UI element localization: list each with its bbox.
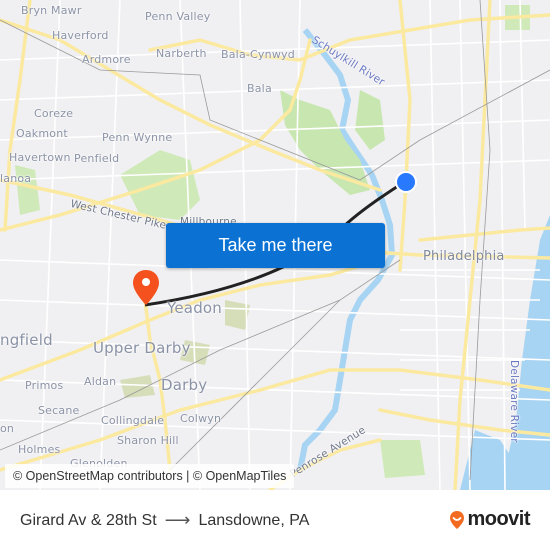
place-label: Haverford (52, 29, 109, 42)
place-label: Secane (38, 404, 80, 417)
moovit-logo[interactable]: moovit (449, 508, 530, 531)
place-label: Primos (25, 379, 64, 392)
place-label: Philadelphia (423, 249, 505, 264)
place-label: Penn Wynne (102, 131, 173, 144)
footer-bar: Girard Av & 28th St ⟶ Lansdowne, PA moov… (0, 490, 550, 550)
place-label: Coreze (34, 107, 74, 120)
destination-label: Lansdowne, PA (198, 511, 310, 529)
place-label: Narberth (156, 47, 207, 60)
place-label: Ardmore (82, 53, 131, 66)
place-label: Aldan (84, 375, 117, 388)
place-label: Yeadon (167, 299, 222, 317)
place-label: Penfield (74, 152, 120, 165)
place-label: Collingdale (101, 414, 165, 427)
place-label: lanoa (0, 172, 32, 185)
map-view[interactable]: Bryn Mawr Penn Valley Haverford Narberth Bal… (0, 0, 550, 490)
take-me-there-button[interactable]: Take me there (166, 223, 385, 268)
place-label: Bryn Mawr (21, 4, 82, 17)
brand-name: moovit (467, 508, 530, 530)
place-label: Penn Valley (145, 10, 211, 23)
road-label: Delaware River (508, 360, 520, 443)
place-label: Bala (247, 82, 272, 95)
place-label: Upper Darby (93, 339, 191, 357)
place-label: Havertown (9, 151, 71, 164)
arrow-right-icon: ⟶ (164, 510, 191, 530)
moovit-pin-icon (450, 510, 465, 529)
place-label: Sharon Hill (117, 434, 179, 447)
route-title: Girard Av & 28th St ⟶ Lansdowne, PA (20, 510, 309, 531)
origin-label: Girard Av & 28th St (20, 511, 157, 529)
place-label: ngfield (0, 331, 53, 349)
fairmount-park (280, 90, 370, 195)
destination-pin-icon[interactable] (131, 268, 161, 308)
place-label: Darby (161, 376, 208, 394)
place-label: Holmes (18, 443, 61, 456)
place-label: Colwyn (180, 412, 222, 425)
map-attribution[interactable]: © OpenStreetMap contributors | © OpenMap… (5, 464, 295, 488)
origin-marker[interactable] (394, 170, 418, 194)
place-label: Bala-Cynwyd (221, 48, 295, 61)
place-label: Oakmont (16, 127, 68, 140)
place-label: on (0, 422, 15, 435)
